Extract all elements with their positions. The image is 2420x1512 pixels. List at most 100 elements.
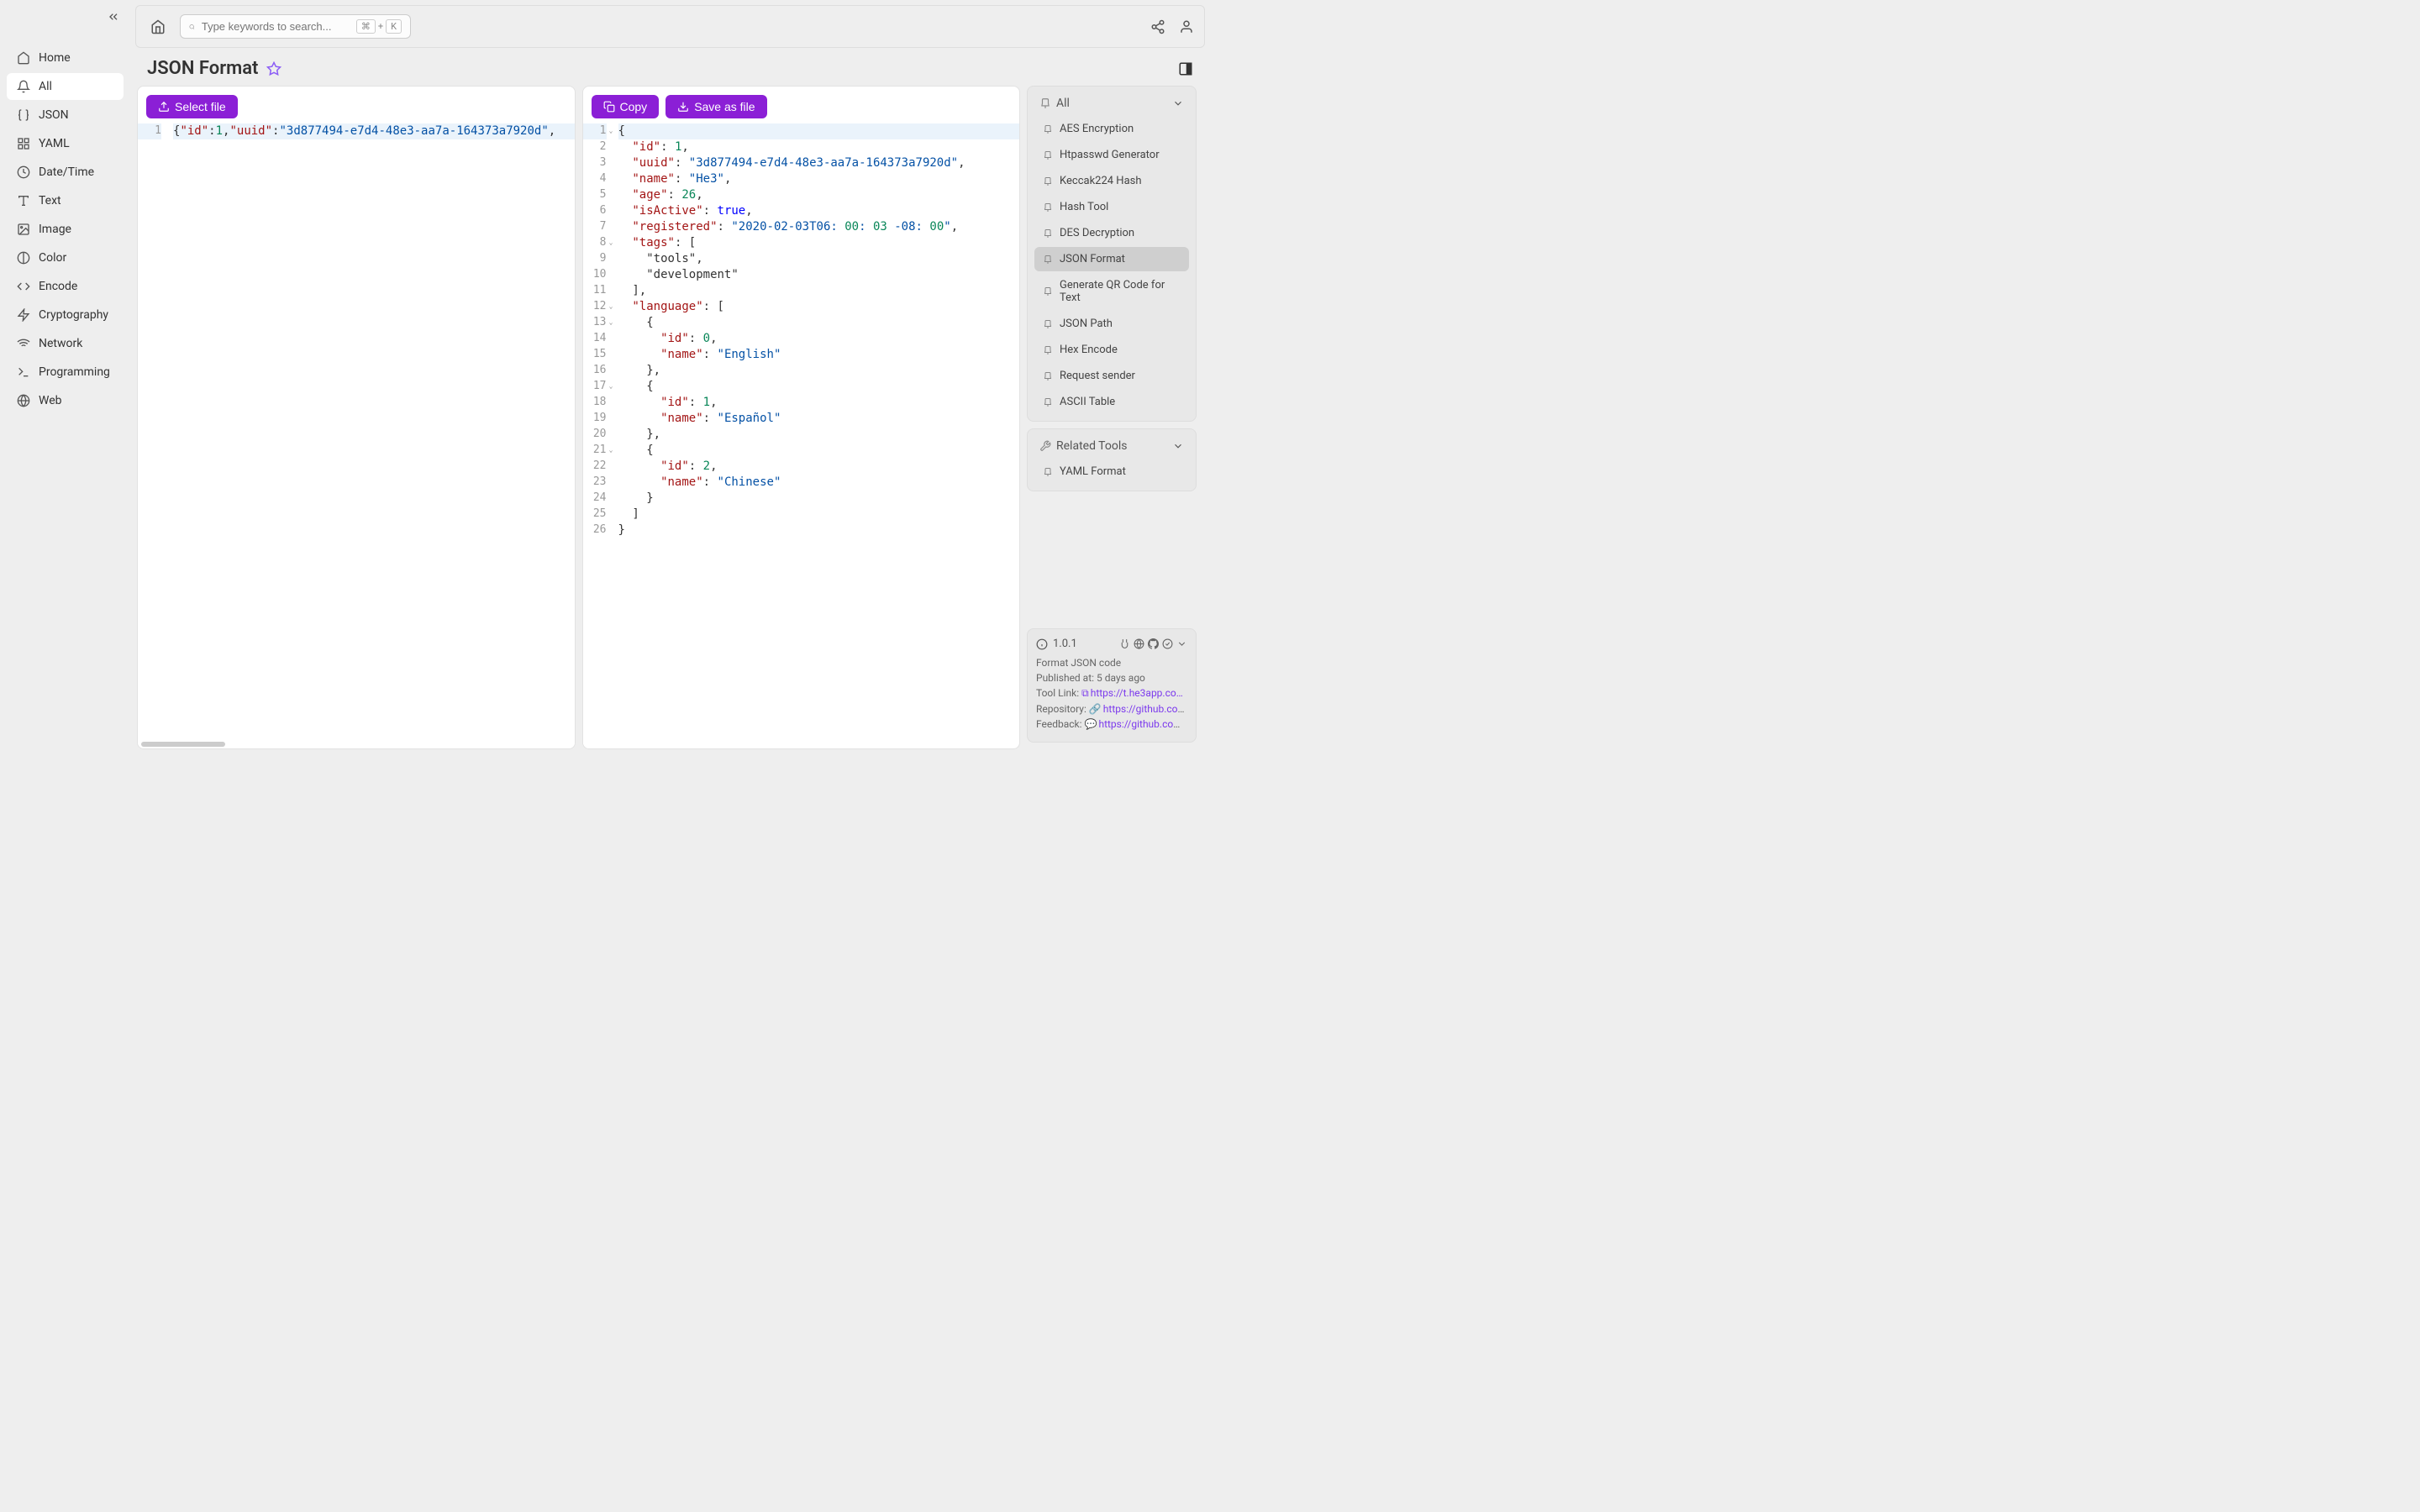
sidebar-item-encode[interactable]: Encode xyxy=(7,273,124,300)
check-icon[interactable] xyxy=(1162,638,1173,649)
globe-icon[interactable] xyxy=(1134,638,1144,649)
title-row: JSON Format xyxy=(130,48,1210,86)
sidebar-item-home[interactable]: Home xyxy=(7,45,124,71)
tool-item[interactable]: ASCII Table xyxy=(1034,390,1189,414)
upload-icon xyxy=(158,101,170,113)
sidebar-item-label: Image xyxy=(39,223,71,236)
home-icon xyxy=(17,51,30,65)
all-tools-panel: All AES Encryption Htpasswd Generator Kecc… xyxy=(1027,86,1197,422)
sidebar-item-datetime[interactable]: Date/Time xyxy=(7,159,124,186)
input-code-area[interactable]: 1 {"id":1,"uuid":"3d877494-e7d4-48e3-aa7… xyxy=(138,123,575,740)
pin-icon xyxy=(1043,371,1053,381)
chevron-down-icon[interactable] xyxy=(1172,440,1184,452)
tool-item[interactable]: Hex Encode xyxy=(1034,338,1189,362)
tool-item-label: DES Decryption xyxy=(1060,227,1134,239)
favorite-button[interactable] xyxy=(266,61,281,76)
copy-icon xyxy=(603,101,615,113)
pin-icon xyxy=(1043,228,1053,239)
info-icon xyxy=(1036,638,1048,650)
sidebar-item-web[interactable]: Web xyxy=(7,387,124,414)
image-icon xyxy=(17,223,30,236)
wifi-icon xyxy=(17,337,30,350)
chevron-down-icon[interactable] xyxy=(1176,638,1187,649)
tool-item-label: JSON Path xyxy=(1060,318,1113,330)
version-label: 1.0.1 xyxy=(1053,638,1077,650)
sidebar-item-color[interactable]: Color xyxy=(7,244,124,271)
tool-item-label: Hash Tool xyxy=(1060,201,1108,213)
sidebar-item-label: Text xyxy=(39,194,61,207)
copy-button[interactable]: Copy xyxy=(592,95,660,118)
pin-icon xyxy=(1043,286,1053,297)
tool-item[interactable]: Request sender xyxy=(1034,364,1189,388)
search-input[interactable] xyxy=(202,20,350,33)
grid-icon xyxy=(17,137,30,150)
tool-link[interactable]: Tool Link: ⧉https://t.he3app.co… xyxy=(1036,687,1187,700)
sidebar-item-label: Encode xyxy=(39,280,77,293)
search-icon xyxy=(189,21,195,33)
repo-link[interactable]: Repository: 🔗https://github.com/… xyxy=(1036,703,1187,715)
sidebar-item-text[interactable]: Text xyxy=(7,187,124,214)
pin-icon xyxy=(1043,345,1053,355)
all-header-label: All xyxy=(1056,97,1070,110)
tool-item[interactable]: YAML Format xyxy=(1034,459,1189,484)
page-title: JSON Format xyxy=(147,58,258,79)
sidebar-item-label: Home xyxy=(39,51,71,65)
feedback-link[interactable]: Feedback: 💬https://github.com/… xyxy=(1036,718,1187,730)
sidebar-item-all[interactable]: All xyxy=(7,73,124,100)
sidebar-item-label: Color xyxy=(39,251,66,265)
sidebar-item-cryptography[interactable]: Cryptography xyxy=(7,302,124,328)
tool-item[interactable]: Generate QR Code for Text xyxy=(1034,273,1189,310)
kbd-shortcut: ⌘ + K xyxy=(356,19,402,34)
pin-icon xyxy=(1043,150,1053,160)
tool-item-label: AES Encryption xyxy=(1060,123,1134,135)
sidebar-item-programming[interactable]: Programming xyxy=(7,359,124,386)
chevron-down-icon[interactable] xyxy=(1172,97,1184,109)
sidebar-item-yaml[interactable]: YAML xyxy=(7,130,124,157)
sidebar-item-json[interactable]: JSON xyxy=(7,102,124,129)
collapse-sidebar-button[interactable] xyxy=(107,10,120,24)
sidebar-item-label: All xyxy=(39,80,52,93)
top-bar: ⌘ + K xyxy=(135,5,1205,48)
horizontal-scrollbar[interactable] xyxy=(138,740,575,748)
desc-text: Format JSON code xyxy=(1036,657,1187,669)
panel-toggle-button[interactable] xyxy=(1178,61,1193,76)
tool-item-label: Htpasswd Generator xyxy=(1060,149,1160,161)
sidebar-item-label: Cryptography xyxy=(39,308,108,322)
sidebar-item-image[interactable]: Image xyxy=(7,216,124,243)
github-icon[interactable] xyxy=(1148,638,1159,649)
tool-item[interactable]: JSON Format xyxy=(1034,247,1189,271)
sidebar-item-label: JSON xyxy=(39,108,69,122)
sidebar-item-label: Date/Time xyxy=(39,165,94,179)
tool-item[interactable]: Htpasswd Generator xyxy=(1034,143,1189,167)
select-file-button[interactable]: Select file xyxy=(146,95,238,118)
save-as-file-button[interactable]: Save as file xyxy=(666,95,766,118)
info-panel: 1.0.1 Format JSON code Published at: 5 d… xyxy=(1027,628,1197,743)
right-sidebar: All AES Encryption Htpasswd Generator Kecc… xyxy=(1027,86,1203,749)
pin-icon xyxy=(1043,397,1053,407)
tool-item-label: JSON Format xyxy=(1060,253,1125,265)
tool-item[interactable]: JSON Path xyxy=(1034,312,1189,336)
tool-item-label: YAML Format xyxy=(1060,465,1126,478)
plug-icon[interactable] xyxy=(1119,638,1130,649)
globe-icon xyxy=(17,394,30,407)
main-area: ⌘ + K JSON Format xyxy=(130,0,1210,756)
share-button[interactable] xyxy=(1150,19,1165,34)
tool-item[interactable]: Hash Tool xyxy=(1034,195,1189,219)
bolt-icon xyxy=(17,308,30,322)
sidebar-item-label: Programming xyxy=(39,365,110,379)
pin-icon xyxy=(1043,176,1053,186)
sidebar-item-label: Network xyxy=(39,337,82,350)
home-button[interactable] xyxy=(146,15,170,39)
search-box[interactable]: ⌘ + K xyxy=(180,14,411,39)
tool-item-label: ASCII Table xyxy=(1060,396,1115,408)
tool-item[interactable]: Keccak224 Hash xyxy=(1034,169,1189,193)
tool-item-label: Request sender xyxy=(1060,370,1135,382)
sidebar-item-label: Web xyxy=(39,394,62,407)
user-button[interactable] xyxy=(1179,19,1194,34)
sidebar-item-network[interactable]: Network xyxy=(7,330,124,357)
wrench-icon xyxy=(1039,440,1051,452)
tool-item[interactable]: DES Decryption xyxy=(1034,221,1189,245)
output-code-area[interactable]: 1⌄2345678⌄9101112⌄13⌄14151617⌄18192021⌄2… xyxy=(583,123,1020,748)
pin-icon xyxy=(1043,467,1053,477)
tool-item[interactable]: AES Encryption xyxy=(1034,117,1189,141)
